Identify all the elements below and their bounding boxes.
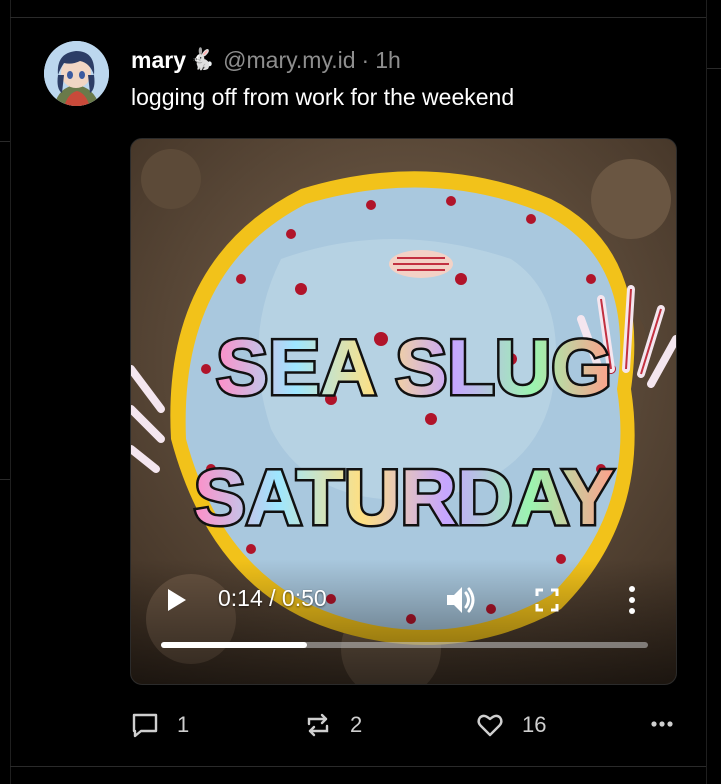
- separator: ·: [361, 46, 370, 73]
- repost-icon: [307, 713, 329, 737]
- divider: [0, 479, 10, 480]
- volume-icon[interactable]: [444, 583, 478, 617]
- left-column-border: [10, 0, 11, 784]
- reply-button[interactable]: 1: [131, 708, 189, 742]
- fullscreen-icon[interactable]: [533, 586, 561, 614]
- timestamp[interactable]: 1h: [375, 47, 401, 74]
- avatar[interactable]: [44, 41, 109, 106]
- repost-button[interactable]: 2: [304, 708, 362, 742]
- reply-count: 1: [177, 712, 190, 737]
- anime-girl-avatar-icon: [44, 41, 109, 106]
- divider: [707, 68, 721, 69]
- post-text: logging off from work for the weekend: [131, 84, 515, 110]
- video-progress-bar[interactable]: [161, 642, 648, 648]
- video-player[interactable]: SEA SLUG SATURDAY 0:14 / 0:50: [130, 138, 677, 685]
- post-header: mary 🐇 @mary.my.id · 1h: [131, 44, 401, 76]
- divider: [0, 141, 10, 142]
- reply-icon: [132, 713, 158, 738]
- repost-count: 2: [350, 712, 363, 737]
- right-column-border: [706, 0, 707, 784]
- divider: [10, 17, 706, 18]
- divider: [10, 766, 706, 767]
- display-name[interactable]: mary: [131, 47, 186, 74]
- sea-slug-video-frame: SEA SLUG SATURDAY: [131, 139, 676, 684]
- like-button[interactable]: 16: [476, 708, 546, 742]
- video-timecode: 0:14 / 0:50: [218, 585, 327, 611]
- overlay-title-line2: SATURDAY: [194, 453, 614, 541]
- more-vertical-icon[interactable]: [625, 583, 639, 617]
- heart-icon: [477, 714, 503, 737]
- more-horizontal-icon[interactable]: [648, 712, 676, 736]
- play-icon[interactable]: [165, 586, 189, 614]
- rabbit-icon: 🐇: [188, 48, 216, 71]
- video-progress-fill: [161, 642, 308, 648]
- handle[interactable]: @mary.my.id: [223, 47, 355, 74]
- overlay-title-line1: SEA SLUG: [216, 323, 612, 411]
- like-count: 16: [522, 712, 547, 737]
